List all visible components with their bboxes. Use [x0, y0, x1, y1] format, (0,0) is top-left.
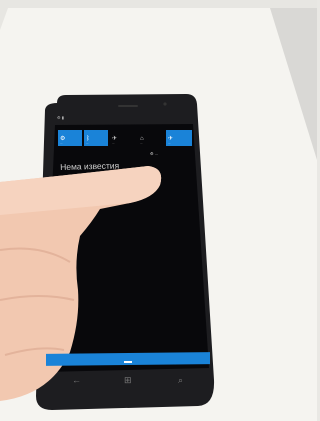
search-icon: ⌕	[178, 375, 184, 385]
quick-action-bluetooth[interactable]: ᛒ ...	[84, 130, 108, 146]
quick-action-label: ...	[168, 140, 171, 145]
quick-action-label: ...	[140, 140, 143, 145]
quick-action-label: ...	[60, 140, 63, 145]
back-icon: ←	[72, 375, 81, 385]
empty-notifications-message: Нема известия	[60, 160, 120, 172]
back-button[interactable]: ←	[72, 375, 81, 385]
start-button[interactable]: ⊞	[124, 375, 132, 386]
action-center-handle-bar[interactable]	[46, 352, 210, 366]
all-settings-link[interactable]: ⚙ ...	[150, 151, 158, 156]
status-bar: ⚙ ▮	[57, 115, 64, 120]
photo-scene: ⚙ ▮ ⚙ ... ᛒ ... ✈ ... ⌂ ... ✈ ... ⚙ ... …	[0, 0, 317, 421]
quick-action-location[interactable]: ⌂ ...	[138, 130, 164, 146]
quick-action-label: ...	[112, 140, 115, 145]
quick-action-wifi[interactable]: ✈ ...	[166, 130, 192, 146]
search-button[interactable]: ⌕	[178, 375, 183, 386]
quick-action-settings[interactable]: ⚙ ...	[58, 130, 82, 146]
drag-handle[interactable]	[124, 360, 132, 364]
quick-action-airplane[interactable]: ✈ ...	[110, 130, 136, 146]
windows-icon: ⊞	[124, 375, 132, 385]
quick-action-label: ...	[86, 140, 89, 145]
phone-screen-ui: ⚙ ▮ ⚙ ... ᛒ ... ✈ ... ⌂ ... ✈ ... ⚙ ... …	[0, 0, 317, 421]
